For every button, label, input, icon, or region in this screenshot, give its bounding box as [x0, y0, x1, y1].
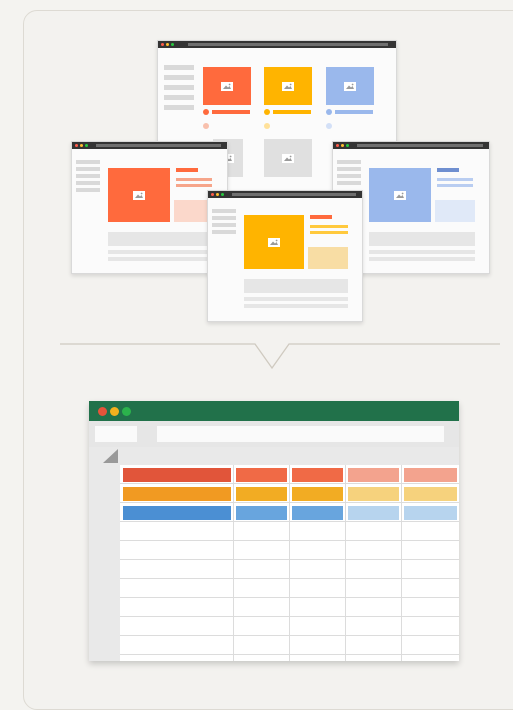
column-header [89, 447, 459, 465]
highlighted-cell [123, 487, 231, 501]
highlighted-cell [292, 487, 343, 501]
image-icon [108, 168, 170, 222]
spreadsheet-window [89, 401, 459, 661]
highlighted-cell [348, 468, 399, 482]
highlighted-cell [348, 487, 399, 501]
highlighted-cell [404, 506, 457, 520]
highlighted-cell [123, 506, 231, 520]
highlighted-cell [292, 506, 343, 520]
highlighted-cell [236, 487, 287, 501]
web-page-mockup-orange [71, 141, 228, 274]
browser-bar [72, 142, 227, 149]
highlighted-cell [292, 468, 343, 482]
image-icon [264, 67, 312, 105]
highlighted-cell [348, 506, 399, 520]
chevron-down-pointer [60, 343, 500, 370]
formula-bar [157, 426, 444, 442]
browser-bar [158, 41, 396, 48]
spreadsheet-titlebar [89, 401, 459, 421]
browser-bar [333, 142, 489, 149]
highlighted-cell [236, 468, 287, 482]
grid-column-line [233, 465, 234, 661]
name-box [95, 426, 137, 442]
select-all-corner-icon [103, 449, 118, 463]
image-icon [369, 168, 431, 222]
row-header [89, 465, 120, 661]
highlighted-cell [236, 506, 287, 520]
minimize-dot-icon [110, 407, 119, 416]
image-icon [264, 139, 312, 177]
highlighted-cell [404, 487, 457, 501]
grid-column-line [401, 465, 402, 661]
highlighted-cell [404, 468, 457, 482]
image-icon [203, 67, 251, 105]
image-icon [326, 67, 374, 105]
grid-column-line [289, 465, 290, 661]
image-icon [244, 215, 304, 269]
spreadsheet-grid [120, 465, 459, 661]
web-page-mockup-yellow [207, 190, 363, 322]
close-dot-icon [98, 407, 107, 416]
highlighted-cell [123, 468, 231, 482]
grid-column-line [345, 465, 346, 661]
browser-bar [208, 191, 362, 198]
maximize-dot-icon [122, 407, 131, 416]
